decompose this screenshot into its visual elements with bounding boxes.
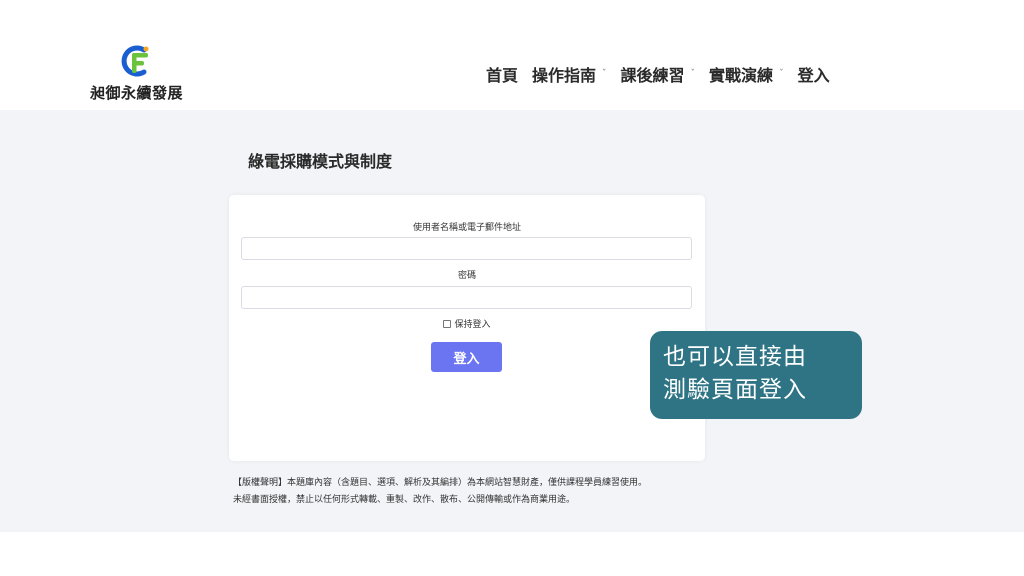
chevron-down-icon[interactable]: ˇ [779, 69, 784, 79]
login-button[interactable]: 登入 [431, 342, 502, 372]
annotation-line-1: 也可以直接由 [663, 344, 807, 370]
main-nav: 首頁 操作指南 ˇ 課後練習 ˇ 實戰演練 ˇ 登入 [486, 62, 844, 86]
copyright-line-1: 【版權聲明】本題庫內容（含題目、選項、解析及其編排）為本網站智慧財產，僅供課程學… [233, 478, 648, 488]
nav-item-login[interactable]: 登入 [798, 62, 830, 86]
annotation-line-2: 測驗頁面登入 [663, 377, 807, 403]
password-label: 密碼 [457, 271, 476, 281]
nav-item-home[interactable]: 首頁 [486, 62, 518, 86]
nav-item-label: 登入 [797, 66, 830, 85]
chevron-down-icon[interactable]: ˇ [691, 69, 696, 79]
nav-item-practice[interactable]: 課後練習 ˇ [621, 62, 696, 86]
nav-item-label: 首頁 [486, 66, 519, 85]
remember-checkbox[interactable] [443, 319, 452, 328]
chevron-down-icon[interactable]: ˇ [602, 69, 607, 79]
nav-item-label: 操作指南 [532, 66, 597, 85]
nav-item-drill[interactable]: 實戰演練 ˇ [709, 62, 784, 86]
page-title: 綠電採購模式與制度 [248, 152, 393, 171]
brand-name: 昶御永續發展 [90, 84, 184, 102]
login-card: 使用者名稱或電子郵件地址 密碼 保持登入 登入 [229, 195, 705, 461]
copyright-notice: 【版權聲明】本題庫內容（含題目、選項、解析及其編排）為本網站智慧財產，僅供課程學… [233, 475, 713, 509]
copyright-line-2: 未經書面授權，禁止以任何形式轉載、重製、改作、散布、公開傳輸或作為商業用途。 [233, 495, 576, 505]
annotation-callout: 也可以直接由 測驗頁面登入 [650, 331, 862, 419]
remember-label: 保持登入 [454, 320, 491, 330]
username-label: 使用者名稱或電子郵件地址 [412, 223, 521, 233]
brand-logo[interactable]: 昶御永續發展 [90, 44, 190, 104]
nav-item-label: 實戰演練 [709, 66, 774, 85]
remember-me[interactable]: 保持登入 [229, 317, 705, 330]
username-input[interactable] [241, 237, 692, 260]
password-input[interactable] [241, 286, 692, 309]
brand-logo-icon [121, 45, 149, 77]
site-header: 昶御永續發展 首頁 操作指南 ˇ 課後練習 ˇ 實戰演練 ˇ 登入 [0, 0, 1024, 110]
nav-item-guide[interactable]: 操作指南 ˇ [532, 62, 607, 86]
nav-item-label: 課後練習 [620, 66, 685, 85]
